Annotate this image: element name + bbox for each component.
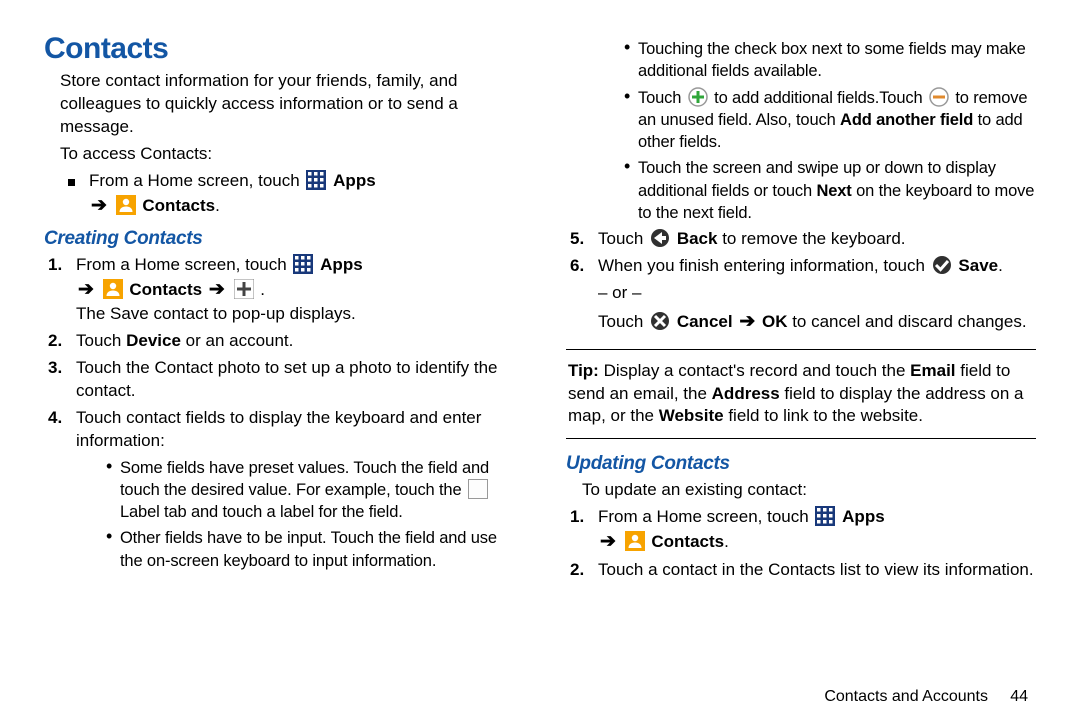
right-steps: 5. Touch Back to remove the keyboard. 6.… [566,228,1036,278]
arrow-icon: ➔ [737,311,757,332]
square-bullet [68,179,75,186]
plus-icon [234,279,254,299]
arrow-icon: ➔ [207,279,227,300]
step-2: 2. Touch Device or an account. [44,330,514,353]
sub-bullet: • Other fields have to be input. Touch t… [106,527,514,572]
updating-heading: Updating Contacts [566,453,1036,475]
page-title: Contacts [44,32,514,66]
add-field-icon [688,87,708,107]
sub-bullet: • Touching the check box next to some fi… [624,38,1036,83]
apps-icon [815,506,835,526]
step-1: 1. From a Home screen, touch Apps ➔ Cont… [44,254,514,326]
or-separator: – or – [598,282,1036,305]
arrow-icon: ➔ [76,279,96,300]
access-step: From a Home screen, touch Apps ➔ Contact… [44,170,514,219]
step-u2: 2. Touch a contact in the Contacts list … [566,559,1036,582]
intro-text: Store contact information for your frien… [44,70,514,139]
step-u1: 1. From a Home screen, touch Apps ➔ Cont… [566,506,1036,555]
left-column: Contacts Store contact information for y… [44,32,540,710]
creating-steps: 1. From a Home screen, touch Apps ➔ Cont… [44,254,514,576]
page-footer: Contacts and Accounts 44 [824,688,1028,706]
step-6: 6. When you finish entering information,… [566,255,1036,278]
cancel-icon [650,311,670,331]
arrow-icon: ➔ [598,531,618,552]
sub-bullet: • Touch the screen and swipe up or down … [624,157,1036,224]
label-icon [468,479,488,499]
contacts-icon [625,531,645,551]
sub-bullet: • Touch to add additional fields.Touch t… [624,87,1036,154]
updating-intro: To update an existing contact: [566,479,1036,502]
step-3: 3. Touch the Contact photo to set up a p… [44,357,514,403]
sub-bullet: • Some fields have preset values. Touch … [106,457,514,524]
step-4: 4. Touch contact fields to display the k… [44,407,514,576]
apps-icon [293,254,313,274]
tip-box: Tip: Display a contact's record and touc… [566,349,1036,440]
cancel-line: Touch Cancel ➔ OK to cancel and discard … [598,309,1036,335]
step4-continued: • Touching the check box next to some fi… [566,38,1036,224]
creating-heading: Creating Contacts [44,228,514,250]
updating-steps: 1. From a Home screen, touch Apps ➔ Cont… [566,506,1036,582]
manual-page: Contacts Store contact information for y… [0,0,1080,720]
remove-field-icon [929,87,949,107]
arrow-icon: ➔ [89,195,109,216]
contacts-icon [103,279,123,299]
apps-icon [306,170,326,190]
step4-subbullets: • Some fields have preset values. Touch … [76,457,514,572]
contacts-icon [116,195,136,215]
save-icon [932,255,952,275]
access-step-text: From a Home screen, touch Apps ➔ Contact… [89,170,514,219]
step-5: 5. Touch Back to remove the keyboard. [566,228,1036,251]
back-icon [650,228,670,248]
access-label: To access Contacts: [44,143,514,166]
right-column: • Touching the check box next to some fi… [540,32,1036,710]
